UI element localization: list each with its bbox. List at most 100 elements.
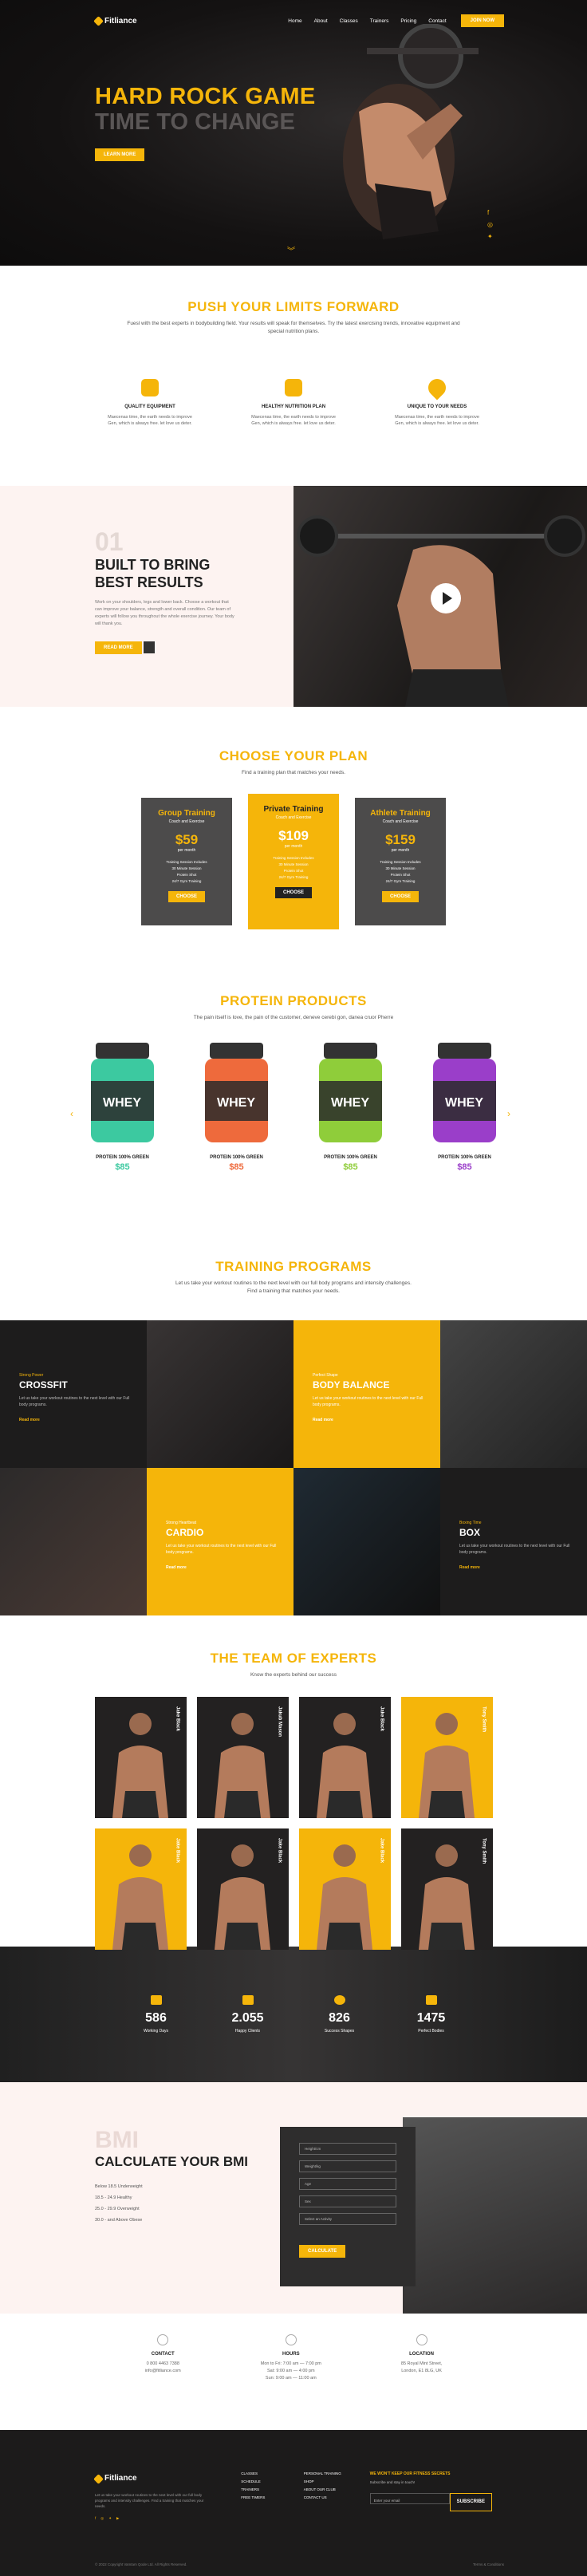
newsletter: WE WON'T KEEP OUR FITNESS SECRETS Subscr… [369,2470,492,2522]
newsletter-email-input[interactable]: Enter your email [369,2492,450,2504]
choose-plan-button[interactable]: Choose [381,891,419,903]
program-read-more[interactable]: Read more [313,1418,440,1422]
logo[interactable]: Fitliance [93,15,137,26]
nav-menu: Home About Classes Trainers Pricing Cont… [276,18,446,24]
twitter-icon[interactable]: ✦ [487,233,493,240]
choose-plan-button[interactable]: Choose [167,891,205,903]
chevron-left-icon[interactable]: ‹ [70,1108,73,1119]
terms-link[interactable]: Terms & Conditions [473,2562,504,2566]
nav-item-contact[interactable]: Contact [428,18,446,24]
program-read-more[interactable]: Read more [166,1565,294,1570]
feature-text: Maecenas time, the earth needs to improv… [108,414,192,426]
program-read-more[interactable]: Read more [459,1565,587,1570]
play-video-button[interactable] [431,583,461,613]
pricing-section: CHOOSE YOUR PLAN Find a training plan th… [0,707,587,963]
nav-item-trainers[interactable]: Trainers [370,18,389,24]
program-photo [294,1468,440,1615]
location-line: 85 Royal Mint Street, [400,2361,443,2366]
program-box[interactable]: Boxing Time BOX Let us take your workout… [440,1468,587,1615]
product-card[interactable]: WHEY PROTEIN 100% GREEN $85 [85,1039,160,1172]
stat-label: Happy Clients [234,2029,261,2034]
stat-label: Success Shapes [324,2029,355,2034]
team-member-card[interactable]: Jake Black [298,1696,391,1818]
footer-link[interactable]: FREE TIMERS [241,2494,304,2502]
plan-feature: Training Session Includes [166,859,207,864]
twitter-icon[interactable]: ✦ [108,2515,112,2523]
footer-links-1: CLASSES SCHEDULE TRAINERS FREE TIMERS [241,2470,304,2522]
product-carousel: WHEY PROTEIN 100% GREEN $85 WHEY PROTEIN 100… [0,1039,587,1172]
height-field[interactable]: Height/cm [299,2143,396,2155]
nav-item-pricing[interactable]: Pricing [400,18,416,24]
plan-price: $59 [175,831,199,847]
plan-feature: 24/7 Gym Training [385,879,416,884]
age-field[interactable]: Age [299,2178,396,2190]
footer-link[interactable]: PERSONAL TRAINING [304,2470,370,2478]
contact-info: CONTACT 0 800 4463 7388 info@fitliance.c… [145,2334,181,2430]
program-text: Let us take your workout routines to the… [166,1544,277,1555]
footer-link[interactable]: CLASSES [241,2470,304,2478]
feature-title: Quality Equipment [124,404,175,409]
plan-price: $109 [278,827,309,843]
arrow-right-icon[interactable] [143,641,155,654]
product-card[interactable]: WHEY PROTEIN 100% GREEN $85 [199,1039,274,1172]
contact-section: CONTACT 0 800 4463 7388 info@fitliance.c… [0,2314,587,2430]
contact-line[interactable]: info@fitliance.com [145,2368,181,2375]
footer-link[interactable]: CONTACT US [304,2494,370,2502]
program-photo [0,1468,147,1615]
plan-feature: 30 Minute Session [171,866,202,870]
stat-number: 826 [329,2011,350,2025]
footer-link[interactable]: SHOP [304,2478,370,2486]
program-cardio[interactable]: Strong Heartbeat CARDIO Let us take your… [147,1468,294,1615]
product-price: $85 [229,1162,244,1172]
footer-logo[interactable]: Fitliance [93,2470,241,2487]
built-section: 01 BUILT TO BRING BEST RESULTS Work on y… [0,486,587,707]
plan-period: per month [391,847,410,853]
program-read-more[interactable]: Read more [19,1418,147,1422]
footer-link[interactable]: TRAINERS [241,2486,304,2494]
nav-item-about[interactable]: About [314,18,328,24]
chevron-right-icon[interactable]: › [507,1108,510,1119]
hero-learn-more-button[interactable]: Learn more [95,148,145,162]
sex-field[interactable]: Sex [299,2195,396,2207]
push-subtitle: Fuesl with the best experts in bodybuild… [127,321,460,334]
team-member-card[interactable]: Tony Smith [400,1696,493,1818]
instagram-icon[interactable]: ◎ [100,2515,104,2523]
choose-plan-button[interactable]: Choose [274,887,312,899]
instagram-icon[interactable]: ◎ [487,221,493,228]
built-video [294,486,587,707]
team-member-card[interactable]: Jake Black [196,1828,289,1950]
team-member-card[interactable]: Jake Black [298,1828,391,1950]
scroll-down-icon[interactable]: ︾ [287,244,295,256]
plan-period: per month [177,847,196,853]
subscribe-button[interactable]: Subscribe [449,2492,492,2512]
footer-link[interactable]: ABOUT OUR CLUB [304,2486,370,2494]
product-name: PROTEIN 100% GREEN [96,1154,149,1160]
program-photo [147,1320,294,1468]
product-card[interactable]: WHEY PROTEIN 100% GREEN $85 [313,1039,388,1172]
plan-card: Private Training Coach and Exercise $109… [248,793,339,929]
nav-item-home[interactable]: Home [288,18,301,24]
nav-item-classes[interactable]: Classes [340,18,358,24]
weight-field[interactable]: Weight/kg [299,2160,396,2172]
hours-line: Mon to Fri: 7:00 am — 7:00 pm [260,2361,321,2366]
built-title-2: BEST RESULTS [95,574,203,590]
team-member-card[interactable]: Jakub Mason [196,1696,289,1818]
team-member-card[interactable]: Jake Black [94,1696,187,1818]
footer-link[interactable]: SCHEDULE [241,2478,304,2486]
jar-label: WHEY [331,1096,369,1110]
team-member-card[interactable]: Tony Smith [400,1828,493,1950]
facebook-icon[interactable]: f [487,209,493,216]
program-crossfit[interactable]: Strong Power CROSSFIT Let us take your w… [0,1320,147,1468]
built-read-more-button[interactable]: Read more [95,641,142,655]
activity-select[interactable]: Select an Activity [299,2213,396,2225]
training-title: TRAINING PROGRAMS [215,1259,372,1274]
team-grid: Jake Black Jakub Mason Jake Black Tony Smit… [0,1696,587,1950]
team-member-card[interactable]: Jake Black [94,1828,187,1950]
youtube-icon[interactable]: ▶ [116,2515,119,2523]
product-card[interactable]: WHEY PROTEIN 100% GREEN $85 [427,1039,502,1172]
program-body-balance[interactable]: Perfect Shape BODY BALANCE Let us take y… [294,1320,440,1468]
plan-price: $159 [385,831,416,847]
trainer-name: Jakub Mason [277,1706,282,1737]
calculate-button[interactable]: Calculate [299,2245,346,2258]
facebook-icon[interactable]: f [95,2515,96,2523]
